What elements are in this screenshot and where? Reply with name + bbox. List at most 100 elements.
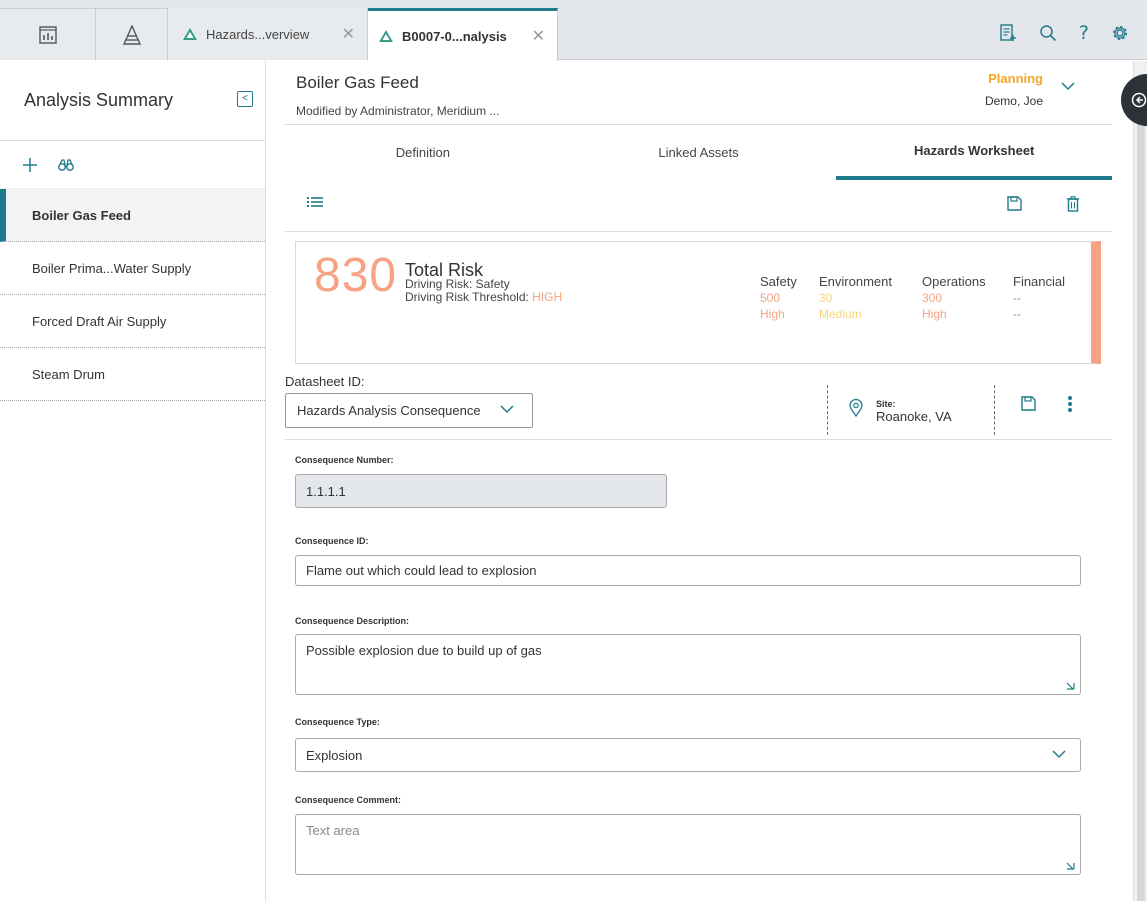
consequence-id-value: Flame out which could lead to explosion [306,563,537,578]
close-icon[interactable]: ✕ [532,26,545,46]
consequence-description-label: Consequence Description: [295,616,410,626]
site-info: Site: Roanoke, VA [876,399,952,424]
state-indicator[interactable]: Planning Demo, Joe [985,71,1043,108]
risk-category-name: Operations [922,274,986,289]
consequence-id-label: Consequence ID: [295,536,369,546]
site-label: Site: [876,399,896,409]
panel-arrow-icon [1131,92,1147,108]
record-title: Boiler Gas Feed [296,73,419,92]
tab-linked-assets[interactable]: Linked Assets [561,125,837,180]
sidebar-item-boiler-gas-feed[interactable]: Boiler Gas Feed [0,189,265,242]
driving-risk-threshold: Driving Risk Threshold: HIGH [405,291,562,304]
tab-label: Hazards...verview [206,26,310,42]
consequence-number-value: 1.1.1.1 [306,483,346,499]
consequence-comment-placeholder: Text area [306,823,360,838]
close-icon[interactable]: ✕ [342,24,355,44]
save-icon[interactable] [1021,396,1036,411]
top-tab-bar: Hazards...verview ✕ B0007-0...nalysis ✕ … [0,0,1147,61]
resize-handle-icon[interactable] [1066,862,1075,870]
notes-icon[interactable] [999,24,1017,42]
datasheet-id-value: Hazards Analysis Consequence [297,403,481,418]
sidebar-header: Analysis Summary < [0,61,265,141]
analysis-summary-sidebar: Analysis Summary < Boiler Gas Feed Boile… [0,61,266,901]
tab-hazards-overview[interactable]: Hazards...verview ✕ [168,8,368,60]
threshold-value: HIGH [532,290,563,304]
divider [827,385,828,435]
more-vertical-icon[interactable] [1067,395,1073,413]
driving-risk-text: Driving Risk: Safety Driving Risk Thresh… [405,278,562,304]
tab-hazards-worksheet[interactable]: Hazards Worksheet [836,125,1113,180]
main-content: Boiler Gas Feed Modified by Administrato… [267,61,1133,901]
collapse-panel-icon[interactable]: < [237,91,253,107]
risk-category-value: 500 [760,291,781,305]
resize-handle-icon[interactable] [1066,682,1075,690]
save-icon[interactable] [1007,196,1022,211]
help-icon[interactable]: ? [1079,22,1089,44]
hazard-triangle-icon [379,30,393,42]
record-tabs: Definition Linked Assets Hazards Workshe… [285,125,1113,180]
tab-definition[interactable]: Definition [285,125,561,180]
top-right-tools: ? [999,22,1129,44]
hazard-triangle-icon [183,28,197,40]
sidebar-item-steam-drum[interactable]: Steam Drum [0,348,265,401]
risk-category-name: Safety [760,274,797,289]
divider [994,385,995,435]
tab-label: B0007-0...nalysis [402,28,507,44]
chevron-down-icon [500,405,514,414]
risk-category-level: Medium [819,307,862,321]
consequence-type-select[interactable]: Explosion [295,738,1081,772]
consequence-description-value: Possible explosion due to build up of ga… [306,643,542,658]
delete-icon[interactable] [1066,196,1080,212]
location-pin-icon [849,399,863,417]
chevron-down-icon [1052,750,1066,759]
binoculars-icon[interactable] [58,158,74,172]
risk-category-level: High [760,307,785,321]
hazards-home-tab[interactable] [96,8,168,60]
worksheet-toolbar [285,180,1112,232]
record-subtitle: Modified by Administrator, Meridium ... [296,104,500,118]
sidebar-item-forced-draft-air-supply[interactable]: Forced Draft Air Supply [0,295,265,348]
datasheet-id-select[interactable]: Hazards Analysis Consequence [285,393,533,428]
risk-category-safety: Safety 500 High [760,274,797,322]
divider [285,439,1112,440]
hazards-pyramid-icon [122,24,141,45]
risk-summary-panel: 830 Total Risk Driving Risk: Safety Driv… [295,241,1101,364]
risk-category-value: 30 [819,291,833,305]
tab-analysis[interactable]: B0007-0...nalysis ✕ [368,8,558,61]
risk-category-name: Financial [1013,274,1066,289]
site-value: Roanoke, VA [876,409,952,424]
chevron-down-icon[interactable] [1061,81,1075,91]
risk-category-name: Environment [819,274,892,289]
consequence-number-field: 1.1.1.1 [295,474,667,508]
total-risk-value: 830 [314,249,398,302]
consequence-type-value: Explosion [306,747,363,763]
consequence-id-field[interactable]: Flame out which could lead to explosion [295,555,1081,586]
risk-category-financial: Financial -- -- [1013,274,1065,322]
threshold-label: Driving Risk Threshold: [405,290,529,304]
risk-category-level: -- [1013,307,1021,321]
sidebar-title: Analysis Summary [24,90,174,110]
datasheet-id-label: Datasheet ID: [285,374,365,389]
risk-category-level: High [922,307,947,321]
consequence-number-label: Consequence Number: [295,455,394,465]
main-scrollbar[interactable] [1133,61,1147,901]
sidebar-item-boiler-primary-water-supply[interactable]: Boiler Prima...Water Supply [0,242,265,295]
state-label: Planning [988,71,1043,86]
consequence-comment-label: Consequence Comment: [295,795,402,805]
risk-category-operations: Operations 300 High [922,274,986,322]
list-icon[interactable] [307,196,323,208]
consequence-comment-field[interactable]: Text area [295,814,1081,875]
dashboard-tab[interactable] [0,8,96,60]
risk-category-value: 300 [922,291,943,305]
search-icon[interactable] [1039,24,1057,42]
state-owner: Demo, Joe [984,94,1043,108]
risk-category-environment: Environment 30 Medium [819,274,892,322]
sidebar-toolbar [0,141,265,189]
risk-category-value: -- [1013,291,1021,305]
dashboard-icon [38,25,57,44]
add-icon[interactable] [22,157,38,173]
gear-icon[interactable] [1111,24,1129,42]
scrollbar-thumb[interactable] [1137,121,1145,901]
consequence-type-label: Consequence Type: [295,717,380,727]
consequence-description-field[interactable]: Possible explosion due to build up of ga… [295,634,1081,695]
